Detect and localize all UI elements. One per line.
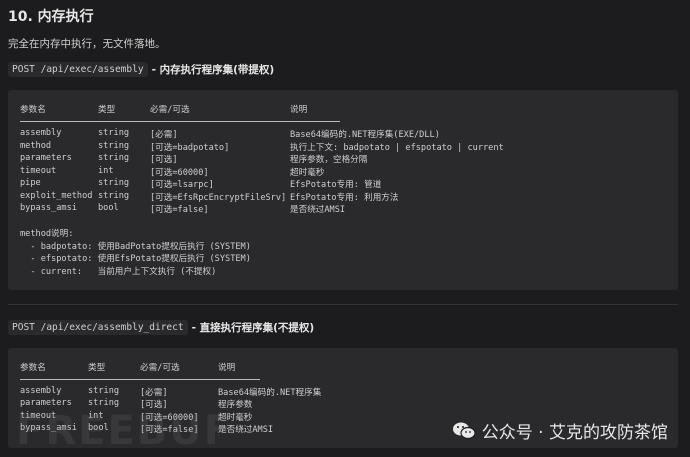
freebuf-logo-watermark: FREEBUF bbox=[16, 408, 234, 454]
param-description: Base64编码的.NET程序集 bbox=[218, 388, 322, 398]
param-name: assembly bbox=[20, 386, 62, 396]
endpoint-assembly-direct-title: POST /api/exec/assembly_direct - 直接执行程序集… bbox=[8, 320, 314, 335]
param-required: [可选=EfsRpcEncryptFileSrv] bbox=[150, 192, 287, 203]
param-description: Base64编码的.NET程序集(EXE/DLL) bbox=[290, 130, 440, 140]
endpoint-path: POST /api/exec/assembly bbox=[8, 62, 148, 77]
column-header: 类型 bbox=[88, 363, 106, 373]
param-type: string bbox=[88, 386, 120, 396]
param-name: pipe bbox=[20, 178, 41, 188]
endpoint-assembly-title: POST /api/exec/assembly - 内存执行程序集(带提权) bbox=[8, 62, 274, 77]
param-description: EfsPotato专用: 管道 bbox=[290, 180, 382, 190]
param-type: string bbox=[98, 128, 130, 138]
method-note: - current: 当前用户上下文执行 (不提权) bbox=[20, 266, 217, 277]
param-name: exploit_method bbox=[20, 190, 93, 201]
param-required: [可选=lsarpc] bbox=[150, 180, 214, 190]
param-name: method bbox=[20, 140, 52, 151]
column-header: 必需/可选 bbox=[150, 105, 190, 115]
param-name: assembly bbox=[20, 128, 62, 138]
param-required: [可选=badpotato] bbox=[150, 142, 230, 153]
param-description: 程序参数，空格分隔 bbox=[290, 155, 368, 165]
column-header: 参数名 bbox=[20, 363, 46, 373]
param-required: [必需] bbox=[150, 130, 178, 140]
param-type: string bbox=[88, 398, 120, 409]
column-header: 参数名 bbox=[20, 105, 46, 115]
endpoint-description: - 直接执行程序集(不提权) bbox=[191, 322, 315, 334]
code-block-assembly: 参数名 类型 必需/可选 说明 assembly string [必需] Base64编码的.… bbox=[8, 90, 678, 290]
param-type: string bbox=[98, 153, 130, 163]
param-required: [可选=60000] bbox=[150, 167, 209, 178]
column-header: 说明 bbox=[218, 363, 236, 373]
section-description: 完全在内存中执行，无文件落地。 bbox=[8, 38, 166, 50]
section-heading: 10. 内存执行 bbox=[8, 9, 94, 25]
param-type: string bbox=[98, 190, 130, 201]
param-name: timeout bbox=[20, 165, 57, 176]
header-divider bbox=[20, 379, 260, 380]
param-required: [必需] bbox=[140, 388, 168, 398]
endpoint-description: - 内存执行程序集(带提权) bbox=[151, 64, 275, 76]
column-header: 类型 bbox=[98, 105, 116, 115]
endpoint-path: POST /api/exec/assembly_direct bbox=[8, 320, 188, 335]
param-description: 是否绕过AMSI bbox=[290, 205, 346, 215]
method-note: method说明: bbox=[20, 229, 74, 239]
param-description: EfsPotato专用: 利用方法 bbox=[290, 192, 399, 203]
column-header: 说明 bbox=[290, 105, 308, 115]
param-type: bool bbox=[98, 203, 119, 213]
param-type: string bbox=[98, 178, 130, 188]
column-header: 必需/可选 bbox=[140, 363, 180, 373]
param-description: 超时毫秒 bbox=[290, 167, 325, 178]
param-type: string bbox=[98, 140, 130, 151]
header-divider bbox=[20, 121, 340, 122]
divider bbox=[8, 304, 678, 305]
param-type: int bbox=[98, 165, 114, 176]
param-name: parameters bbox=[20, 153, 72, 163]
method-note: - efspotato: 使用EfsPotato提权后执行 (SYSTEM) bbox=[20, 254, 251, 264]
param-required: [可选=false] bbox=[150, 205, 209, 215]
param-required: [可选] bbox=[150, 155, 178, 165]
watermark-text: 公众号 · 艾克的攻防茶馆 bbox=[481, 423, 668, 443]
wechat-watermark: 公众号 · 艾克的攻防茶馆 bbox=[452, 418, 668, 443]
param-name: parameters bbox=[20, 398, 72, 409]
param-description: 执行上下文: badpotato | efspotato | current bbox=[290, 142, 504, 153]
wechat-icon bbox=[452, 422, 476, 439]
method-note: - badpotato: 使用BadPotato提权后执行 (SYSTEM) bbox=[20, 241, 251, 252]
param-name: bypass_amsi bbox=[20, 203, 77, 213]
